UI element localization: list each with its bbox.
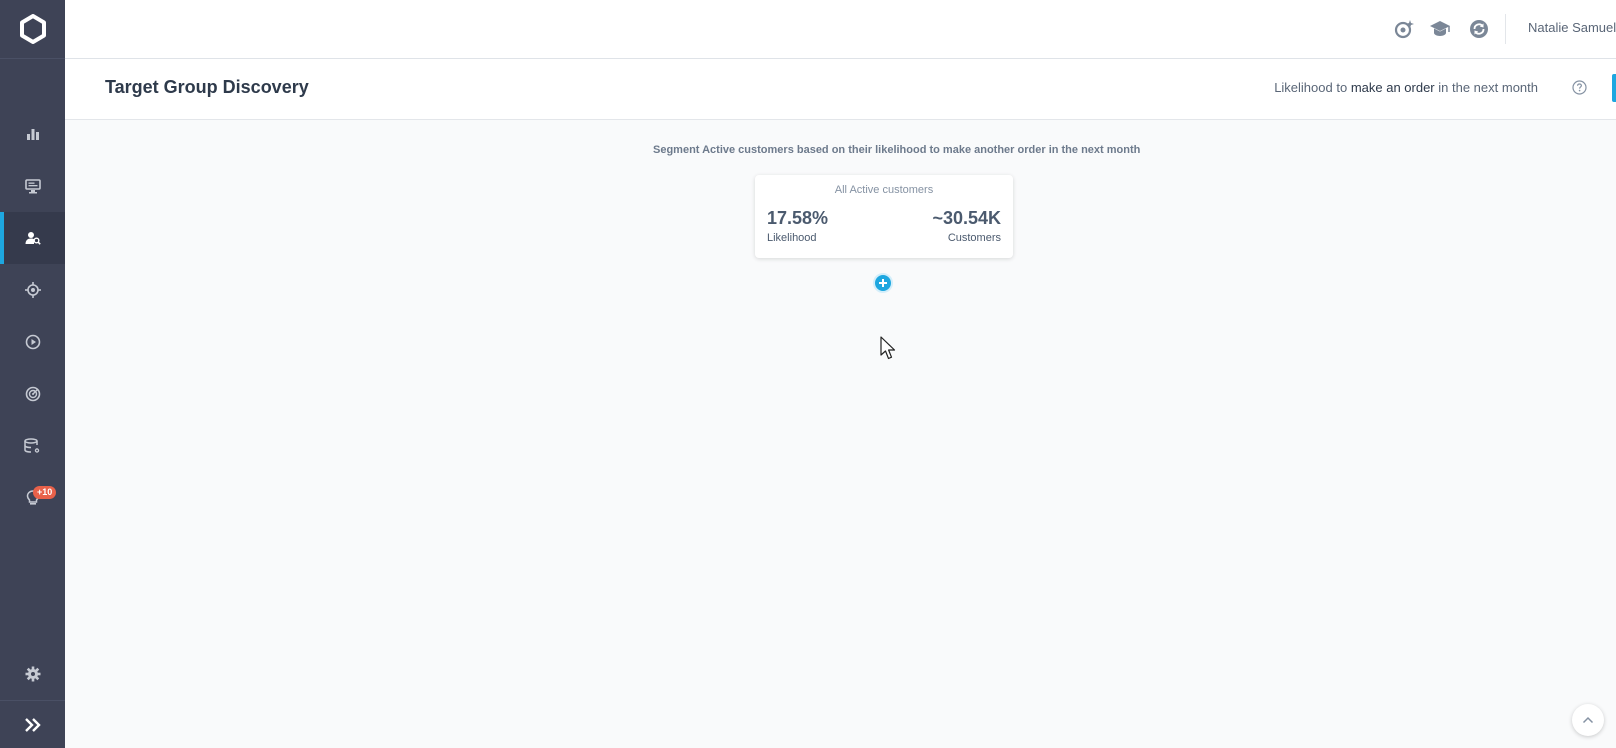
graduation-cap-icon bbox=[1430, 21, 1450, 36]
sidebar-item-campaigns[interactable] bbox=[0, 316, 65, 368]
page-header: Target Group Discovery Likelihood to mak… bbox=[65, 59, 1616, 120]
sidebar-item-data-settings[interactable] bbox=[0, 420, 65, 472]
sync-icon bbox=[1470, 20, 1488, 38]
customers-value: ~30.54K bbox=[932, 208, 1001, 228]
sidebar-item-settings[interactable] bbox=[0, 648, 65, 700]
likelihood-value: 17.58% bbox=[767, 208, 829, 228]
radar-icon bbox=[25, 386, 40, 402]
sidebar: +10 bbox=[0, 0, 65, 748]
sidebar-item-monitoring[interactable] bbox=[0, 368, 65, 420]
sidebar-item-dashboard[interactable] bbox=[0, 160, 65, 212]
sidebar-collapse-button[interactable] bbox=[0, 700, 65, 748]
sidebar-item-analytics[interactable] bbox=[0, 108, 65, 160]
user-menu[interactable]: Natalie Samuels bbox=[1528, 20, 1616, 35]
segment-card[interactable]: All Active customers 17.58% Likelihood ~… bbox=[755, 175, 1013, 258]
chevron-double-right-icon bbox=[24, 717, 41, 732]
scroll-to-top-button[interactable] bbox=[1572, 704, 1604, 736]
chevron-up-icon bbox=[1582, 716, 1594, 724]
likelihood-selector[interactable]: Likelihood to make an order in the next … bbox=[1274, 80, 1538, 95]
segment-card-title: All Active customers bbox=[834, 184, 934, 196]
target-icon bbox=[24, 282, 41, 298]
sync-button[interactable] bbox=[1466, 16, 1492, 42]
database-settings-icon bbox=[23, 437, 39, 453]
help-icon[interactable] bbox=[1572, 80, 1587, 95]
gear-icon bbox=[25, 666, 40, 682]
likelihood-label: Likelihood bbox=[767, 232, 817, 244]
likelihood-suffix: in the next month bbox=[1438, 80, 1538, 95]
add-segment-button[interactable] bbox=[873, 273, 893, 293]
user-search-icon bbox=[25, 232, 41, 245]
notification-badge: +10 bbox=[33, 486, 57, 499]
bar-chart-icon bbox=[26, 129, 39, 140]
page-title: Target Group Discovery bbox=[105, 77, 309, 97]
likelihood-action[interactable]: make an order bbox=[1351, 80, 1435, 95]
hexagon-logo-icon bbox=[19, 14, 46, 44]
top-bar-divider bbox=[1505, 14, 1506, 44]
segment-description: Segment Active customers based on their … bbox=[653, 144, 1141, 156]
top-bar: Natalie Samuels bbox=[65, 0, 1616, 59]
panel-toggle-tab[interactable] bbox=[1612, 74, 1616, 102]
sidebar-item-insights[interactable]: +10 bbox=[0, 472, 65, 524]
sidebar-item-targeting[interactable] bbox=[0, 264, 65, 316]
academy-button[interactable] bbox=[1427, 16, 1453, 42]
monitor-icon bbox=[24, 178, 41, 193]
plus-icon bbox=[879, 279, 887, 287]
sidebar-item-target-groups[interactable] bbox=[0, 212, 65, 264]
likelihood-prefix: Likelihood to bbox=[1274, 80, 1348, 95]
app-logo[interactable] bbox=[0, 0, 65, 59]
sparkle-refresh-icon bbox=[1394, 20, 1414, 39]
customers-label: Customers bbox=[947, 232, 1001, 244]
play-icon bbox=[25, 334, 40, 350]
mouse-cursor-icon bbox=[880, 336, 896, 360]
whats-new-button[interactable] bbox=[1391, 16, 1417, 42]
